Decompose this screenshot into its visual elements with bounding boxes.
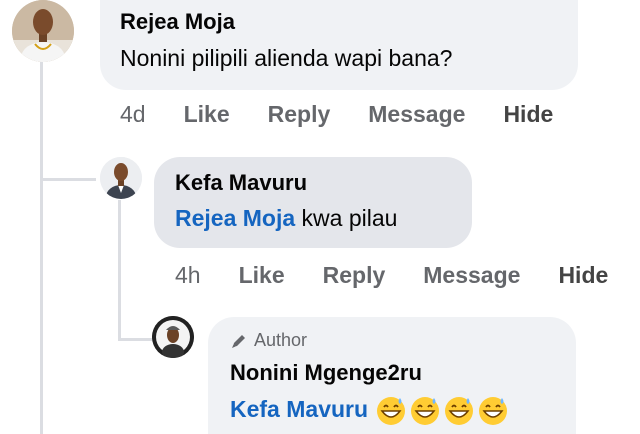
hide-button[interactable]: Hide [558,262,608,289]
comment-text: Nonini pilipili alienda wapi bana? [120,45,453,71]
message-button[interactable]: Message [368,101,465,128]
comment-body: kwa pilau [295,205,398,231]
comment-text: Rejea Moja kwa pilau [175,205,397,232]
thread-line [118,200,121,340]
like-button[interactable]: Like [239,262,285,289]
author-badge: Author [230,330,307,351]
emoji-group [376,396,508,426]
reply-button[interactable]: Reply [268,101,331,128]
reply-button[interactable]: Reply [323,262,386,289]
thread-connector [40,178,96,181]
thread-connector [118,338,152,341]
author-badge-label: Author [254,330,308,350]
pencil-icon [232,334,245,348]
hide-button[interactable]: Hide [503,101,553,128]
like-button[interactable]: Like [184,101,230,128]
comment-author[interactable]: Rejea Moja [120,9,235,35]
comment-text: Kefa Mavuru [230,394,508,426]
avatar[interactable] [12,0,74,62]
avatar[interactable] [152,316,194,358]
comment-timestamp[interactable]: 4h [175,262,201,289]
grinning-sweat-emoji [411,396,440,425]
grinning-sweat-emoji [377,396,406,425]
grinning-sweat-emoji [479,396,508,425]
grinning-sweat-emoji [445,396,474,425]
thread-line [40,60,43,434]
mention-link[interactable]: Rejea Moja [175,205,295,231]
mention-link[interactable]: Kefa Mavuru [230,396,368,422]
comment-author[interactable]: Nonini Mgenge2ru [230,360,422,386]
comment-actions: 4d Like Reply Message Hide [120,101,553,128]
message-button[interactable]: Message [423,262,520,289]
comment-actions: 4h Like Reply Message Hide [175,262,608,289]
comment-author[interactable]: Kefa Mavuru [175,170,307,196]
avatar[interactable] [100,157,142,199]
comment-timestamp[interactable]: 4d [120,101,146,128]
